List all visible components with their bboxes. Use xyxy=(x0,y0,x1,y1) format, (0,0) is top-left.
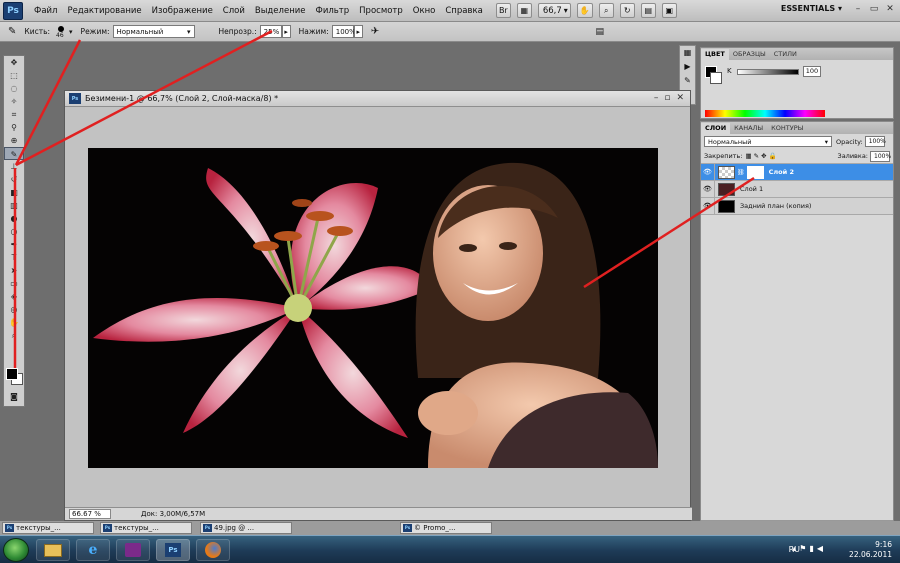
windows-taskbar: e Ps RU ▴⚑▮◀ 9:16 22.06.2011 xyxy=(0,535,900,563)
doc-tab-4[interactable]: Ps © Promo_... xyxy=(400,522,492,534)
document-tabs-bar: Ps текстуры_... Ps текстуры_... Ps 49.jpg @… xyxy=(0,521,900,535)
clock[interactable]: 9:16 22.06.2011 xyxy=(849,540,892,560)
start-button-icon[interactable] xyxy=(3,538,29,562)
clock-date: 22.06.2011 xyxy=(849,550,892,559)
doc-tab-2[interactable]: Ps текстуры_... xyxy=(100,522,192,534)
annotation-line-brush-size xyxy=(14,39,82,166)
tray-icons[interactable]: ▴⚑▮◀ xyxy=(792,544,826,553)
annotation-line-mask xyxy=(583,176,755,289)
annotation-overlay xyxy=(13,29,755,368)
doc-tab-1[interactable]: Ps текстуры_... xyxy=(2,522,94,534)
yahoo-taskbar-icon[interactable] xyxy=(116,539,150,561)
firefox-taskbar-icon[interactable] xyxy=(196,539,230,561)
photoshop-taskbar-icon[interactable]: Ps xyxy=(156,539,190,561)
internet-explorer-taskbar-icon[interactable]: e xyxy=(76,539,110,561)
clock-time: 9:16 xyxy=(875,540,892,549)
doc-tab-3[interactable]: Ps 49.jpg @ ... xyxy=(200,522,292,534)
explorer-taskbar-icon[interactable] xyxy=(36,539,70,561)
annotation-line-opacity xyxy=(15,29,273,167)
